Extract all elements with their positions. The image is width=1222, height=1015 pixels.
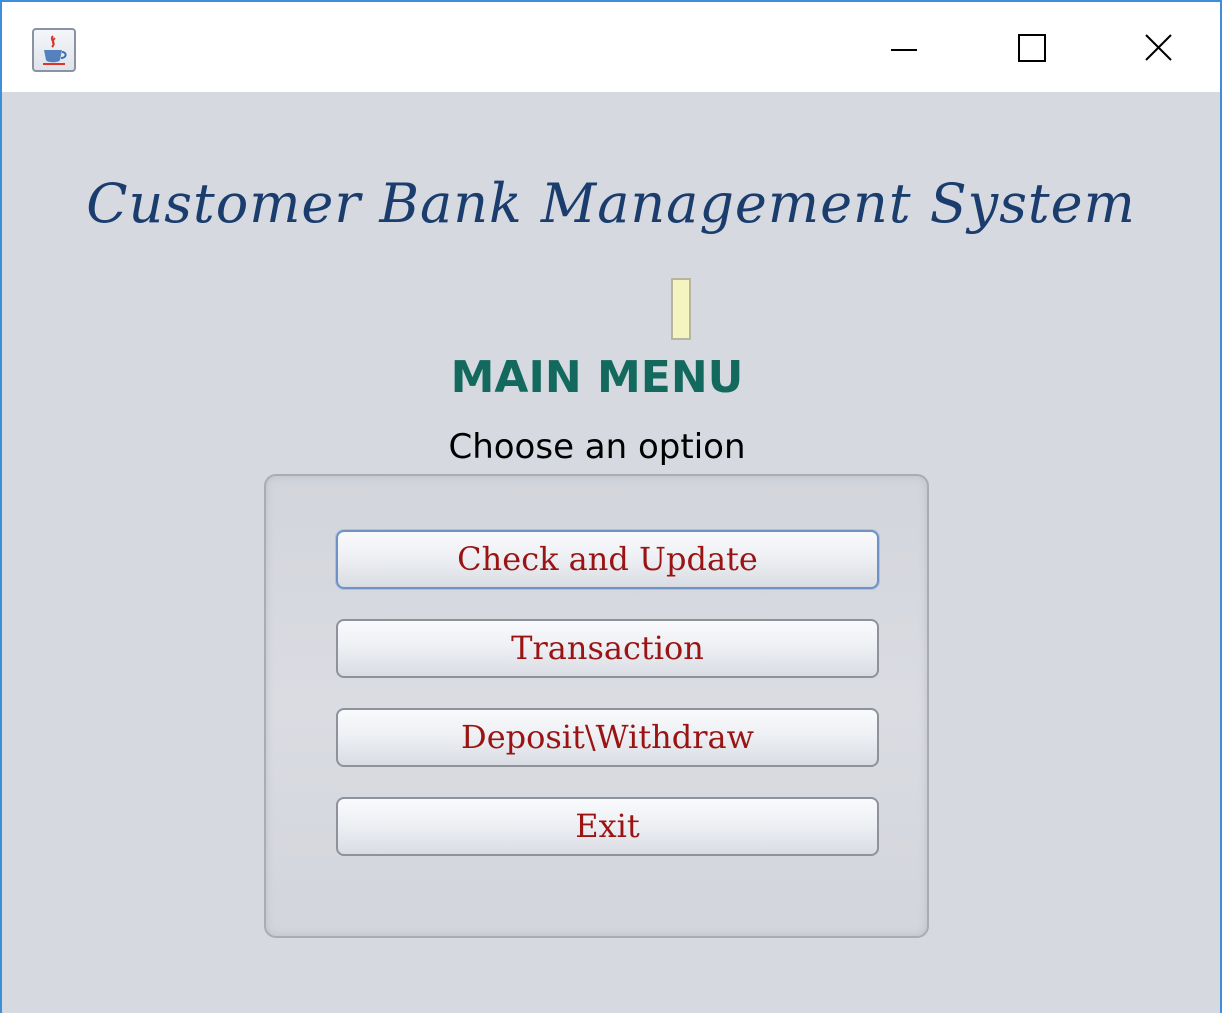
check-and-update-button[interactable]: Check and Update	[336, 530, 879, 589]
java-coffee-cup-icon[interactable]	[32, 28, 76, 72]
main-content: Customer Bank Management System MAIN MEN…	[2, 92, 1220, 1015]
app-title: Customer Bank Management System	[86, 172, 1136, 235]
menu-panel: Check and Update Transaction Deposit\Wit…	[264, 474, 929, 938]
maximize-icon	[1018, 34, 1046, 62]
deposit-withdraw-button[interactable]: Deposit\Withdraw	[336, 708, 879, 767]
maximize-button[interactable]	[972, 2, 1092, 92]
choose-option-label: Choose an option	[448, 427, 746, 467]
application-window: Customer Bank Management System MAIN MEN…	[0, 0, 1222, 1013]
transaction-button[interactable]: Transaction	[336, 619, 879, 678]
minimize-icon	[891, 49, 917, 51]
close-icon	[1145, 34, 1172, 61]
text-caret-box	[671, 278, 691, 340]
title-bar[interactable]	[2, 2, 1220, 92]
exit-button[interactable]: Exit	[336, 797, 879, 856]
close-button[interactable]	[1098, 2, 1218, 92]
minimize-button[interactable]	[844, 2, 964, 92]
main-menu-heading: MAIN MENU	[450, 352, 744, 403]
